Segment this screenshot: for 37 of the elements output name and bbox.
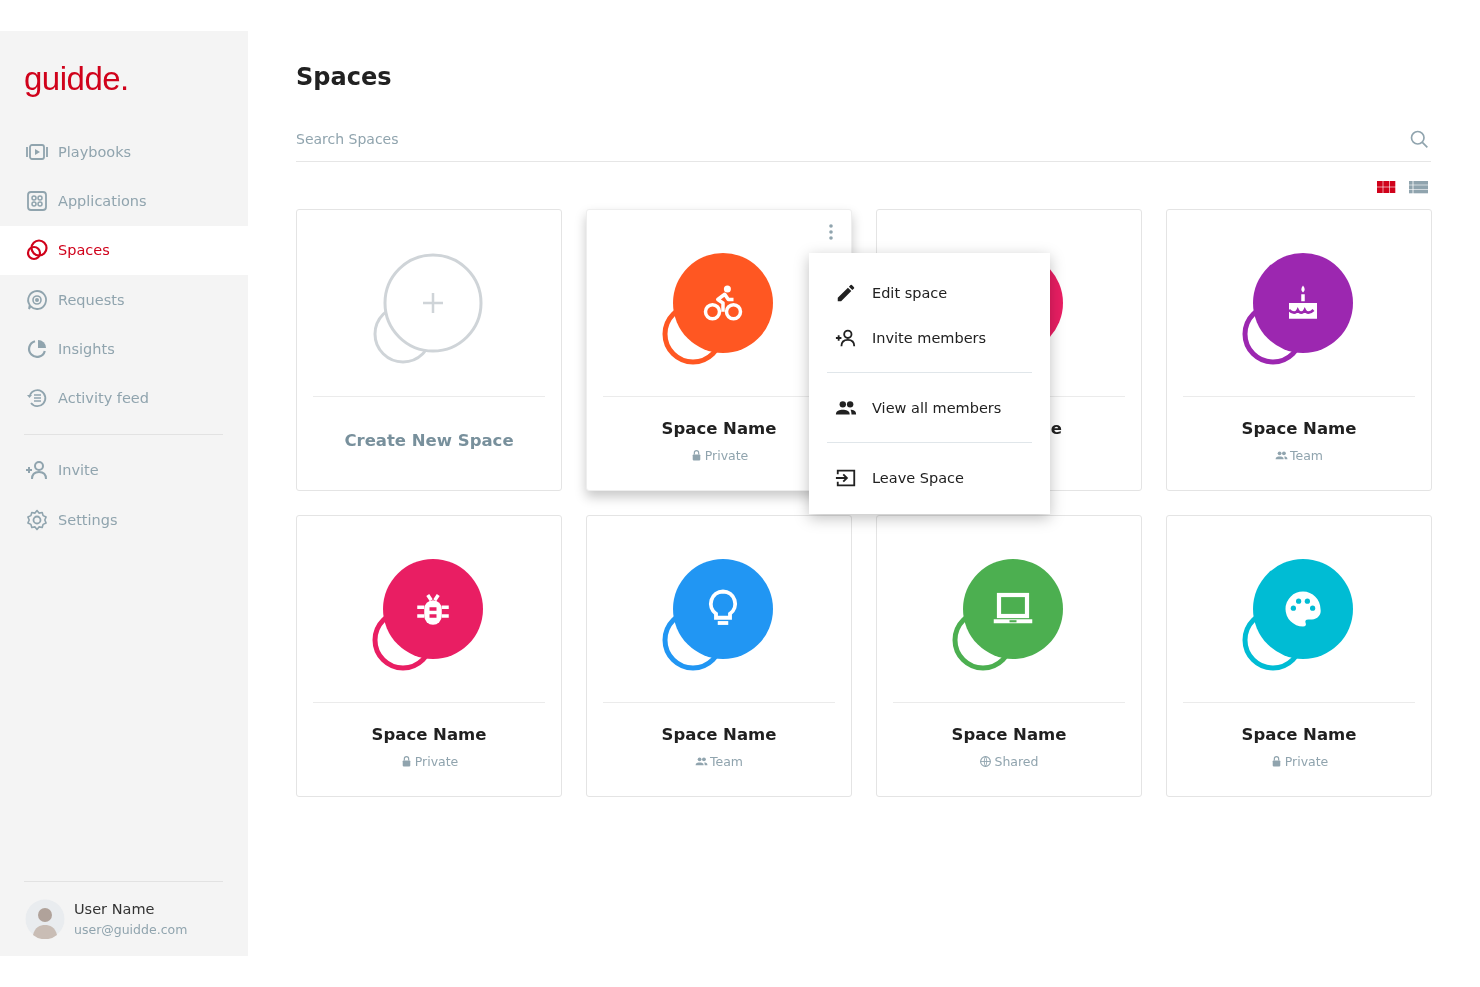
avatar-icon xyxy=(25,899,65,939)
search-icon xyxy=(1409,129,1429,149)
people-icon xyxy=(694,755,708,768)
access-label: Private xyxy=(414,754,459,769)
space-name: Space Name xyxy=(371,725,487,744)
user-email: user@guidde.com xyxy=(74,922,188,937)
people-icon xyxy=(1274,449,1288,462)
grid-view-button[interactable] xyxy=(1377,179,1396,196)
logo: guidde. xyxy=(24,59,129,99)
space-name: Space Name xyxy=(661,725,777,744)
space-name: Space Name xyxy=(1241,419,1357,438)
grid-icon xyxy=(25,188,49,213)
space-card[interactable]: Space Name Team xyxy=(586,515,852,797)
circles-icon xyxy=(25,238,49,263)
access-label: Private xyxy=(704,448,749,463)
settings-icon xyxy=(25,507,49,532)
space-card[interactable]: Space Name Private xyxy=(296,515,562,797)
chat-bubble-icon xyxy=(25,287,49,312)
space-card[interactable]: Space Name Team xyxy=(1166,209,1432,491)
globe-icon xyxy=(979,755,993,768)
list-view-button[interactable] xyxy=(1409,179,1428,196)
space-name: e xyxy=(1050,419,1062,438)
space-name: Space Name xyxy=(1241,725,1357,744)
create-label: Create New Space xyxy=(344,431,514,450)
space-card[interactable]: Space Name Private xyxy=(1166,515,1432,797)
access-label: Team xyxy=(1289,448,1323,463)
access-label: Private xyxy=(1284,754,1329,769)
search-field[interactable]: Search Spaces xyxy=(296,117,1431,162)
space-name: Space Name xyxy=(661,419,777,438)
more-icon[interactable] xyxy=(827,222,835,242)
space-card[interactable]: Space Name Shared xyxy=(876,515,1142,797)
nav-item[interactable]: Spaces xyxy=(0,225,248,275)
user-name: User Name xyxy=(74,901,156,917)
page-title: Spaces xyxy=(296,62,393,93)
access-label: Shared xyxy=(994,754,1039,769)
access-label: Team xyxy=(709,754,743,769)
space-name: Space Name xyxy=(951,725,1067,744)
